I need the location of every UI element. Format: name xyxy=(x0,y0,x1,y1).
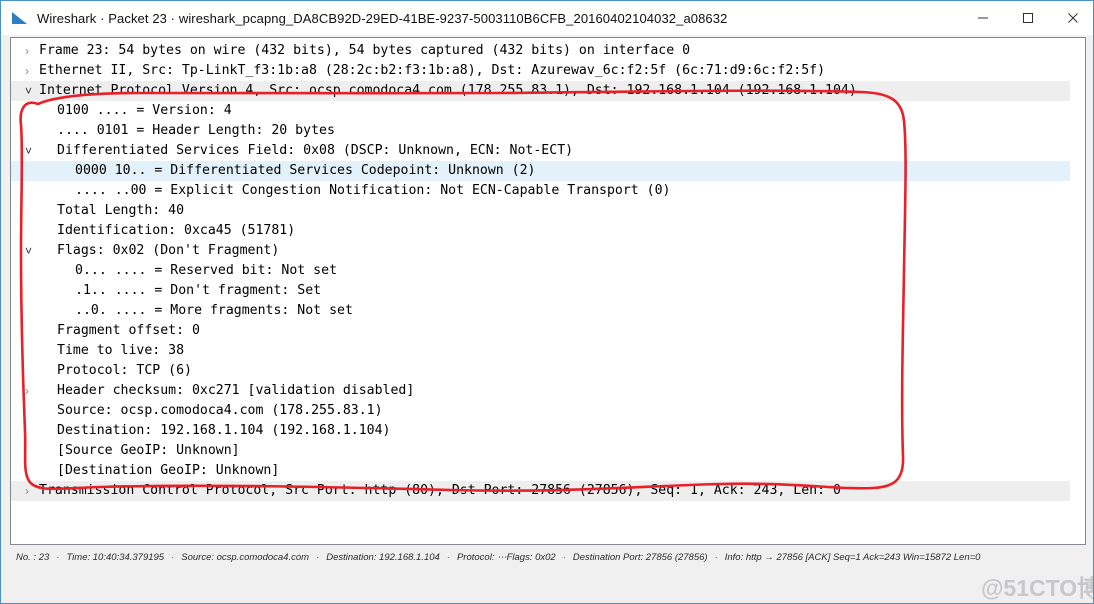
tree-row-label: Header checksum: 0xc271 [validation disa… xyxy=(57,383,415,398)
chevron-right-icon[interactable]: › xyxy=(25,381,39,401)
tree-row-label: 0000 10.. = Differentiated Services Code… xyxy=(75,163,536,178)
tree-row-label: [Source GeoIP: Unknown] xyxy=(57,443,240,458)
tree-row-label: Flags: 0x02 (Don't Fragment) xyxy=(57,243,280,258)
status-bar: No. : 23 · Time: 10:40:34.379195 · Source: o… xyxy=(10,547,1086,567)
chevron-down-icon[interactable]: ˅ xyxy=(25,81,39,101)
minimize-button[interactable] xyxy=(960,1,1005,35)
wireshark-packet-detail-window: Wireshark · Packet 23 · wireshark_pcapng… xyxy=(0,0,1094,604)
chevron-right-icon[interactable]: › xyxy=(25,481,39,501)
minimize-icon xyxy=(977,17,988,19)
status-separator: · xyxy=(316,551,320,563)
tree-row[interactable]: 0100 .... = Version: 4 xyxy=(11,101,1085,121)
tree-row-label: .... 0101 = Header Length: 20 bytes xyxy=(57,123,335,138)
tree-row[interactable]: Source: ocsp.comodoca4.com (178.255.83.1… xyxy=(11,401,1085,421)
packet-detail-tree[interactable]: › Frame 23: 54 bytes on wire (432 bits), … xyxy=(11,38,1085,501)
tree-row-label: Total Length: 40 xyxy=(57,203,185,218)
window-controls xyxy=(960,1,1093,35)
status-segment: Info: http → 27856 [ACK] Seq=1 Ack=243 W… xyxy=(724,551,981,563)
chevron-down-icon[interactable]: ˅ xyxy=(25,141,39,161)
tree-row[interactable]: › Header checksum: 0xc271 [validation dis… xyxy=(11,381,1085,401)
tree-row-label: Protocol: TCP (6) xyxy=(57,363,192,378)
tree-row[interactable]: Destination: 192.168.1.104 (192.168.1.10… xyxy=(11,421,1085,441)
tree-row-label: .... ..00 = Explicit Congestion Notifica… xyxy=(75,183,671,198)
tree-row[interactable]: ˅ Internet Protocol Version 4, Src: ocsp.… xyxy=(11,81,1085,101)
close-icon xyxy=(1067,13,1078,23)
status-segment: Time: 10:40:34.379195 xyxy=(66,551,165,563)
chevron-right-icon[interactable]: › xyxy=(25,61,39,81)
tree-row-label: Identification: 0xca45 (51781) xyxy=(57,223,296,238)
tree-row[interactable]: › Frame 23: 54 bytes on wire (432 bits), … xyxy=(11,41,1085,61)
tree-row-label: Destination: 192.168.1.104 (192.168.1.10… xyxy=(57,423,391,438)
window-title: Wireshark · Packet 23 · wireshark_pcapng… xyxy=(37,10,728,26)
chevron-down-icon[interactable]: ˅ xyxy=(25,241,39,261)
tree-row[interactable]: Time to live: 38 xyxy=(11,341,1085,361)
tree-row[interactable]: [Source GeoIP: Unknown] xyxy=(11,441,1085,461)
tree-row-label: 0100 .... = Version: 4 xyxy=(57,103,232,118)
tree-row-label: [Destination GeoIP: Unknown] xyxy=(57,463,280,478)
status-separator: · xyxy=(56,551,60,563)
tree-row[interactable]: ..0. .... = More fragments: Not set xyxy=(11,301,1085,321)
tree-row[interactable]: [Destination GeoIP: Unknown] xyxy=(11,461,1085,481)
maximize-button[interactable] xyxy=(1005,1,1050,35)
status-separator: · xyxy=(446,551,450,563)
tree-row[interactable]: ˅ Flags: 0x02 (Don't Fragment) xyxy=(11,241,1085,261)
tree-row[interactable]: Total Length: 40 xyxy=(11,201,1085,221)
status-segment: Destination Port: 27856 (27856) xyxy=(572,551,708,563)
tree-row-label: .1.. .... = Don't fragment: Set xyxy=(75,283,322,298)
tree-row-label: Source: ocsp.comodoca4.com (178.255.83.1… xyxy=(57,403,383,418)
tree-row-label: Fragment offset: 0 xyxy=(57,323,200,338)
status-separator: · xyxy=(171,551,175,563)
status-segment: No. : 23 xyxy=(16,551,50,563)
tree-row[interactable]: 0000 10.. = Differentiated Services Code… xyxy=(11,161,1085,181)
tree-row-label: 0... .... = Reserved bit: Not set xyxy=(75,263,338,278)
chevron-right-icon[interactable]: › xyxy=(25,41,39,61)
tree-row[interactable]: .1.. .... = Don't fragment: Set xyxy=(11,281,1085,301)
tree-row-label: Time to live: 38 xyxy=(57,343,185,358)
status-segment: Destination: 192.168.1.104 xyxy=(326,551,440,563)
tree-row[interactable]: Protocol: TCP (6) xyxy=(11,361,1085,381)
tree-row[interactable]: › Transmission Control Protocol, Src Port… xyxy=(11,481,1085,501)
tree-row[interactable]: .... ..00 = Explicit Congestion Notifica… xyxy=(11,181,1085,201)
tree-row-label: Ethernet II, Src: Tp-LinkT_f3:1b:a8 (28:… xyxy=(39,63,826,78)
tree-row-label: Internet Protocol Version 4, Src: ocsp.c… xyxy=(39,83,857,98)
button-bar: Close Help xyxy=(1,567,1093,603)
tree-row[interactable]: ˅ Differentiated Services Field: 0x08 (DS… xyxy=(11,141,1085,161)
status-segment: Source: ocsp.comodoca4.com xyxy=(181,551,310,563)
tree-row[interactable]: Fragment offset: 0 xyxy=(11,321,1085,341)
tree-row[interactable]: › Ethernet II, Src: Tp-LinkT_f3:1b:a8 (28… xyxy=(11,61,1085,81)
maximize-icon xyxy=(1022,13,1033,23)
tree-row[interactable]: Identification: 0xca45 (51781) xyxy=(11,221,1085,241)
tree-row[interactable]: .... 0101 = Header Length: 20 bytes xyxy=(11,121,1085,141)
close-window-button[interactable] xyxy=(1050,1,1093,35)
wireshark-fin-icon xyxy=(11,9,29,27)
tree-row-label: Differentiated Services Field: 0x08 (DSC… xyxy=(57,143,574,158)
status-separator: · xyxy=(714,551,718,563)
tree-row[interactable]: 0... .... = Reserved bit: Not set xyxy=(11,261,1085,281)
tree-row-label: Transmission Control Protocol, Src Port:… xyxy=(39,483,841,498)
status-segment: Protocol: ⋯Flags: 0x02 xyxy=(456,551,556,563)
packet-detail-panel: › Frame 23: 54 bytes on wire (432 bits), … xyxy=(10,37,1086,545)
vertical-scrollbar[interactable] xyxy=(1070,38,1085,544)
title-bar: Wireshark · Packet 23 · wireshark_pcapng… xyxy=(1,1,1093,35)
status-separator: · xyxy=(562,551,566,563)
tree-row-label: Frame 23: 54 bytes on wire (432 bits), 5… xyxy=(39,43,691,58)
tree-row-label: ..0. .... = More fragments: Not set xyxy=(75,303,353,318)
